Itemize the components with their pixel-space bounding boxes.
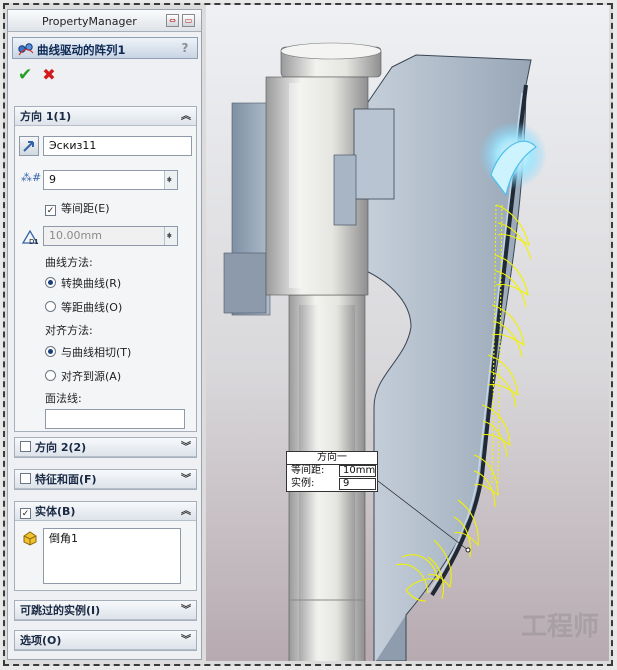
curve-method-offset-option[interactable]: 等距曲线(O) [45,299,122,315]
radio-transform-curve[interactable] [45,277,56,288]
direction-curve-field[interactable]: Эскиз11 [43,136,192,156]
direction1-group: 方向 1(1) ︽ Эскиз11 ⁂# 9 ✓ 等间距(E) D1 10.00m… [14,106,197,432]
watermark-text: 工程师 [520,612,599,642]
instance-count-icon: ⁂# [21,171,42,184]
bodies-title: 实体(B) [35,505,76,518]
callout-count-value[interactable]: 9 [339,478,376,490]
bodies-checkbox[interactable]: ✓ [20,508,31,519]
expand-chevron-icon[interactable]: ︾ [181,438,191,457]
tab-title: PropertyManager [42,15,137,28]
instance-count-spinner[interactable] [164,170,177,190]
features-faces-checkbox[interactable] [20,473,31,484]
curve-method-transform-option[interactable]: 转换曲线(R) [45,275,121,291]
spacing-spinner [164,226,177,246]
feature-title: 曲线驱动的阵列1 [37,43,126,57]
options-title: 选项(O) [20,634,62,647]
features-faces-title: 特征和面(F) [35,473,97,486]
collapse-chevron-icon[interactable]: ︽ [181,107,191,126]
direction1-title: 方向 1(1) [20,110,72,123]
options-header[interactable]: 选项(O) ︾ [15,631,196,650]
graphics-viewport[interactable]: 工程师 [206,5,609,661]
options-group: 选项(O) ︾ [14,630,197,651]
collapse-chevron-icon[interactable]: ︽ [181,502,191,521]
direction2-title: 方向 2(2) [35,441,87,454]
instance-count-value: 9 [49,173,56,186]
bodies-header[interactable]: ✓ 实体(B) ︽ [15,502,196,521]
features-faces-header[interactable]: 特征和面(F) ︾ [15,470,196,489]
align-tangent-option[interactable]: 与曲线相切(T) [45,344,131,360]
direction1-header[interactable]: 方向 1(1) ︽ [15,107,196,126]
radio-align-to-source[interactable] [45,370,56,381]
help-icon[interactable]: ? [178,41,192,55]
callout-spacing-value[interactable]: 10mm [339,465,376,477]
callout-count-label: 实例: [291,478,315,489]
reverse-direction-button[interactable] [19,136,39,156]
skip-instances-header[interactable]: 可跳过的实例(I) ︾ [15,601,196,620]
bodies-list[interactable]: 倒角1 [43,528,181,584]
callout-count-row: 实例: 9 [287,478,377,491]
property-manager-tab[interactable]: PropertyManager ⇔ ▭ [8,10,201,32]
list-item[interactable]: 倒角1 [49,531,180,547]
solid-body-icon [21,529,39,550]
face-normal-label: 面法线: [45,392,82,405]
direction2-checkbox[interactable] [20,441,31,452]
property-manager-panel: PropertyManager ⇔ ▭ 曲线驱动的阵列1 ? ✔ ✖ 方向 1(… [7,9,202,660]
instance-count-input[interactable]: 9 [43,170,178,190]
bodies-group: ✓ 实体(B) ︽ 倒角1 [14,501,197,591]
spacing-value: 10.00mm [49,229,102,242]
skip-instances-group: 可跳过的实例(I) ︾ [14,600,197,621]
svg-text:D1: D1 [29,238,39,246]
callout-title: 方向一 [287,452,377,465]
equal-spacing-label: 等间距(E) [61,202,110,215]
align-source-option[interactable]: 对齐到源(A) [45,368,121,384]
transform-curve-label: 转换曲线(R) [61,277,122,290]
direction2-header[interactable]: 方向 2(2) ︾ [15,438,196,457]
align-to-source-label: 对齐到源(A) [61,370,122,383]
pattern-callout[interactable]: 方向一 等间距: 10mm 实例: 9 [286,451,378,492]
offset-curve-label: 等距曲线(O) [61,301,123,314]
spacing-dimension-icon: D1 [20,228,40,249]
radio-tangent-to-curve[interactable] [45,346,56,357]
dock-icon[interactable]: ▭ [182,14,195,27]
ok-button[interactable]: ✔ [18,66,32,84]
feature-header: 曲线驱动的阵列1 ? [12,37,198,59]
equal-spacing-option[interactable]: ✓ 等间距(E) [45,200,110,216]
radio-offset-curve[interactable] [45,301,56,312]
expand-chevron-icon[interactable]: ︾ [181,470,191,489]
pin-icon[interactable]: ⇔ [166,14,179,27]
cancel-button[interactable]: ✖ [42,66,55,84]
spacing-input: 10.00mm [43,226,178,246]
direction2-group: 方向 2(2) ︾ [14,437,197,458]
features-faces-group: 特征和面(F) ︾ [14,469,197,490]
reverse-direction-icon [23,141,34,152]
curve-pattern-icon [17,41,35,60]
tangent-to-curve-label: 与曲线相切(T) [61,346,132,359]
expand-chevron-icon[interactable]: ︾ [181,631,191,650]
expand-chevron-icon[interactable]: ︾ [181,601,191,620]
align-method-label: 对齐方法: [45,324,93,337]
skip-instances-title: 可跳过的实例(I) [20,604,101,617]
face-normal-field[interactable] [45,409,185,429]
curve-method-label: 曲线方法: [45,256,93,269]
callout-spacing-label: 等间距: [291,465,325,476]
model-drawing [223,42,547,661]
equal-spacing-checkbox[interactable]: ✓ [45,205,56,216]
callout-spacing-row: 等间距: 10mm [287,465,377,478]
